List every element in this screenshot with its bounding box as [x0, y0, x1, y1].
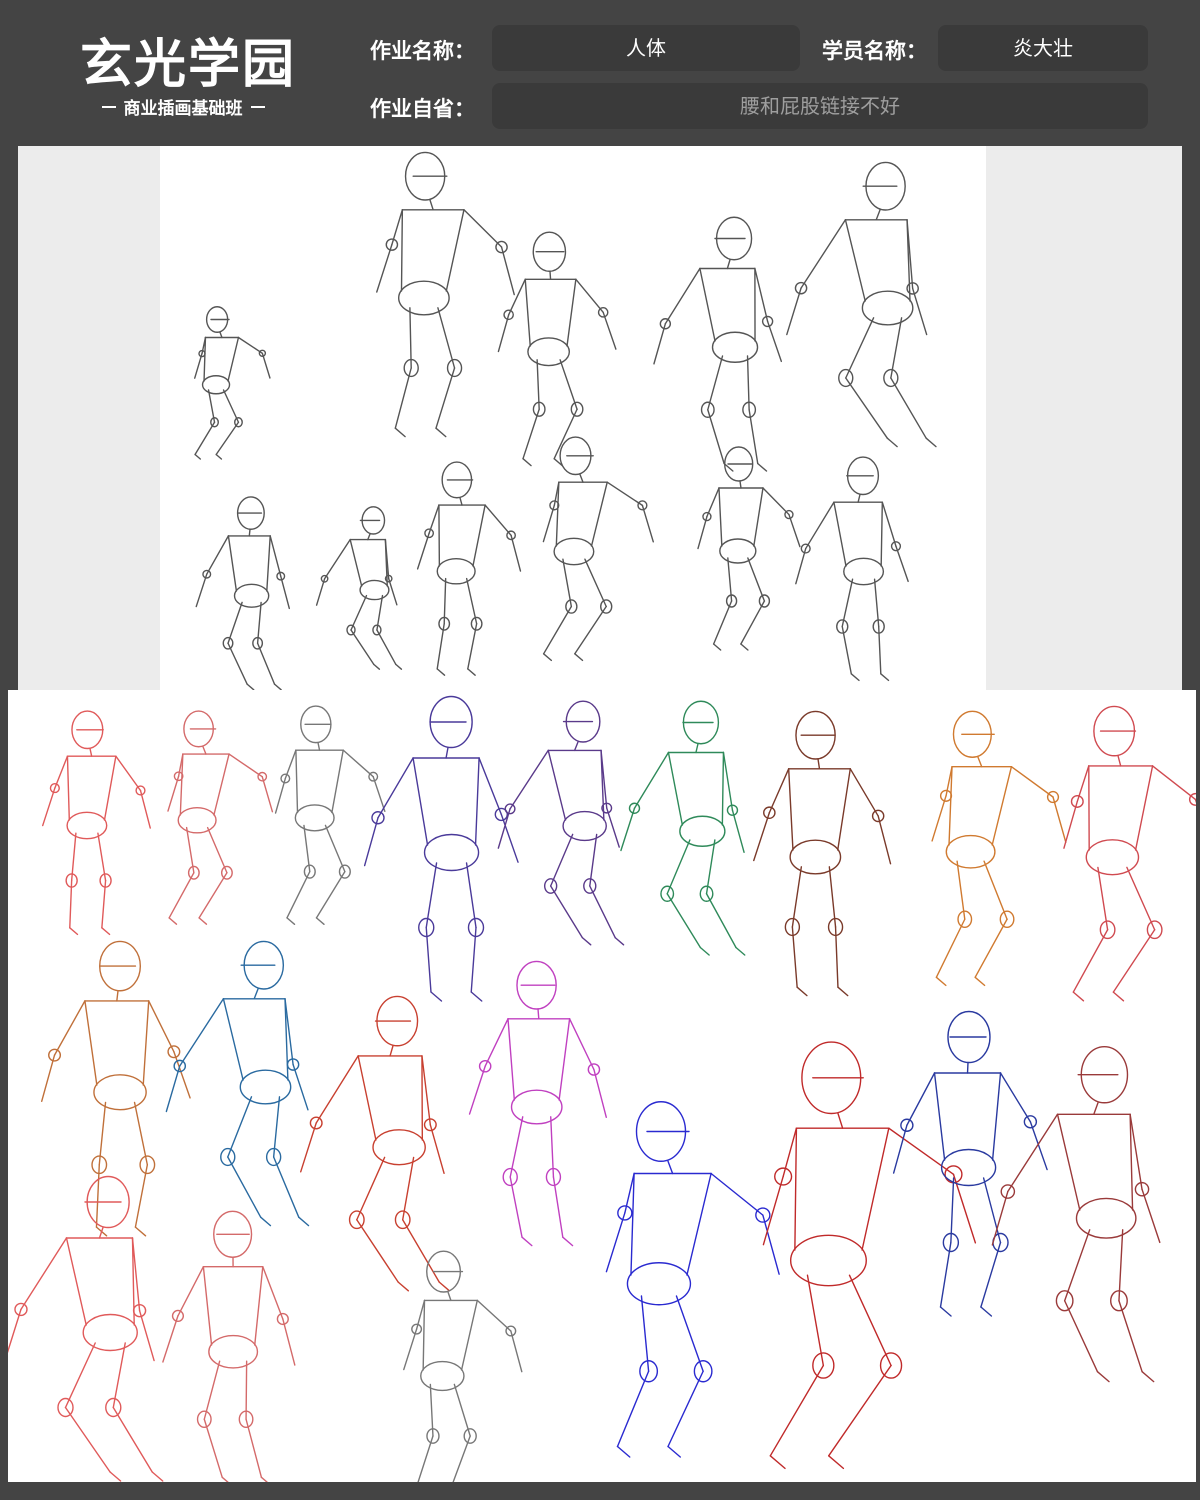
mannequin-figure-20	[403, 1250, 523, 1482]
mannequin-figure-8	[931, 710, 1067, 987]
student-name-field[interactable]: 炎大壮	[938, 25, 1148, 71]
mannequin-figure-14	[605, 1101, 780, 1458]
mannequin-figure-1	[41, 710, 151, 936]
top-anatomy-sketches	[194, 151, 937, 691]
mannequin-figure-5	[497, 700, 625, 946]
student-name-label: 学员名称：	[822, 39, 927, 63]
anatomy-figure-9	[697, 446, 801, 651]
mannequin-figure-12	[300, 995, 451, 1292]
anatomy-figure-10	[795, 456, 909, 682]
work-name-field[interactable]: 人体	[492, 25, 800, 71]
brand-subtitle: 商业插画基础班	[78, 94, 288, 119]
subtitle-dash-right	[250, 105, 265, 108]
mannequin-figure-17	[991, 1045, 1161, 1383]
anatomy-figure-1	[376, 151, 515, 438]
anatomy-figure-2	[194, 306, 271, 460]
anatomy-figure-8	[542, 436, 654, 662]
reflection-field[interactable]: 腰和屁股链接不好	[492, 83, 1148, 129]
anatomy-figure-11	[315, 506, 403, 670]
mannequin-figure-16	[892, 1010, 1048, 1317]
bottom-mannequin-sketches	[8, 695, 1196, 1482]
anatomy-figure-4	[653, 216, 783, 472]
mannequin-figure-11	[165, 940, 310, 1227]
mannequin-figure-15	[762, 1041, 977, 1470]
mannequin-figure-7	[753, 710, 892, 997]
mannequin-figure-4	[363, 695, 519, 1002]
mannequin-figure-10	[41, 940, 191, 1237]
reflection-label: 作业自省：	[370, 97, 475, 121]
mannequin-figure-18	[8, 1175, 164, 1482]
anatomy-figure-5	[786, 161, 937, 448]
mannequin-figure-13	[468, 960, 607, 1247]
brand-subtitle-text: 商业插画基础班	[123, 99, 243, 119]
bottom-sketch-paper	[8, 690, 1196, 1482]
mannequin-figure-3	[274, 705, 386, 926]
mannequin-figure-9	[1063, 705, 1196, 1002]
header-bar: 玄光学园 商业插画基础班 作业名称： 人体 学员名称： 炎大壮 作业自省： 腰和…	[0, 0, 1200, 146]
top-sketch-paper	[160, 146, 986, 691]
anatomy-figure-7	[416, 461, 522, 676]
anatomy-figure-3	[497, 231, 617, 467]
anatomy-figure-6	[195, 496, 291, 691]
mannequin-figure-6	[620, 700, 746, 956]
mannequin-figure-2	[167, 710, 274, 925]
subtitle-dash-left	[101, 105, 116, 108]
work-name-label: 作业名称：	[370, 39, 475, 63]
mannequin-figure-19	[162, 1210, 296, 1482]
brand-title: 玄光学园	[80, 34, 297, 95]
